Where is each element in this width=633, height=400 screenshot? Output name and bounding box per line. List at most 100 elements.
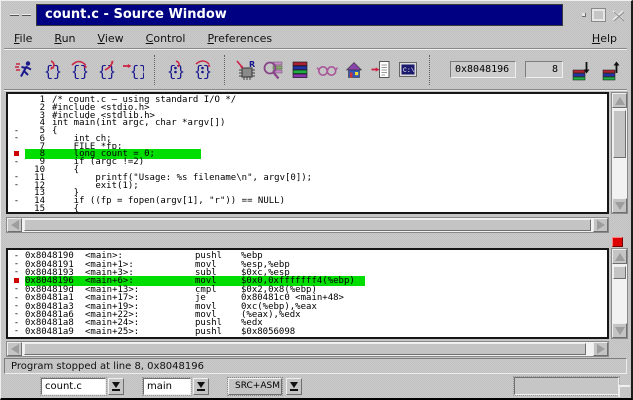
step-button[interactable]: {} [41,56,63,83]
view-mode-button[interactable]: SRC+ASM [228,378,282,395]
finish-button[interactable]: {} [95,56,117,83]
window-controls [563,4,627,26]
source-code-text: int main(int argc, char *argv[]) [45,118,225,128]
menu-view[interactable]: View [98,32,124,45]
window-menu-icon[interactable] [10,14,19,16]
status-message: Program stopped at line 8, 0x8048196 [11,361,204,372]
assembly-horizontal-scrollbar[interactable] [6,341,609,357]
menu-control[interactable]: Control [146,32,186,45]
source-line[interactable]: 4int main(int argc, char *argv[]) [8,119,607,127]
continue-icon: {} [122,59,144,81]
breakpoints-button[interactable] [370,56,392,83]
next-instruction-icon: {} [192,59,214,81]
source-line[interactable]: 15 { [8,205,607,213]
breakpoint-gutter[interactable]: - [8,159,25,166]
up-stack-frame-icon [600,59,622,81]
close-icon[interactable] [611,9,625,22]
minimize-icon[interactable] [582,13,586,17]
pc-address-field[interactable] [450,61,516,78]
menu-file[interactable]: File [14,32,32,45]
step-icon: {} [41,59,63,81]
scroll-left-arrow[interactable] [7,342,22,356]
scroll-left-arrow[interactable] [7,218,22,232]
bottom-stack-frame-button[interactable] [628,56,633,83]
source-line[interactable]: - 12 exit(1); [8,182,607,190]
watch-expressions-icon [316,59,338,81]
pane-splitter-grip[interactable] [612,237,623,247]
titlebar: count.c - Source Window [4,4,627,26]
breakpoint-gutter[interactable]: - [8,198,25,205]
scrollbar-thumb[interactable] [24,219,591,231]
scroll-up-arrow[interactable] [612,249,627,264]
toolbar: {} {} {} {} [4,50,627,90]
stack-icon [289,59,311,81]
menu-help[interactable]: Help [592,32,617,45]
stack-frame-buttons [568,56,633,83]
next-instruction-button[interactable]: {} [192,56,214,83]
registers-button[interactable]: R [235,56,257,83]
assembly-pane[interactable]: - 0x8048190<main>:pushl%ebp - 0x8048191<… [6,248,609,339]
local-variables-icon [343,59,365,81]
source-horizontal-scrollbar[interactable] [6,217,609,233]
down-stack-frame-icon [570,59,592,81]
next-icon: {} [68,59,90,81]
source-code-text: if ((fp = fopen(argv[1], "r")) == NULL) [45,196,285,206]
down-stack-frame-button[interactable] [568,56,594,83]
function-combo-entry[interactable]: main [143,378,191,395]
chevron-down-icon [112,382,120,391]
local-variables-button[interactable] [343,56,365,83]
console-button[interactable]: C:\ [397,56,419,83]
watch-expressions-button[interactable] [316,56,338,83]
menu-preferences[interactable]: Preferences [207,32,272,45]
file-combo-dropdown-button[interactable] [108,378,124,395]
continue-button[interactable]: {} [122,56,144,83]
memory-button[interactable] [262,56,284,83]
instruction-mnemonic: pushl [195,327,241,337]
source-code-pane[interactable]: 1/* count.c — using standard I/O */ 2#in… [6,92,609,214]
view-mode-dropdown-button[interactable] [286,378,302,395]
toolbar-separator [224,55,225,85]
source-vertical-scrollbar[interactable] [611,92,628,214]
next-button[interactable]: {} [68,56,90,83]
memory-icon [262,59,284,81]
source-code-text: { [45,204,79,214]
window-menu-icon[interactable] [22,14,31,16]
menu-run[interactable]: Run [54,32,75,45]
run-icon [14,59,36,81]
registers-icon: R [235,59,257,81]
breakpoint-gutter[interactable]: - [8,135,25,142]
assembly-vertical-scrollbar[interactable] [611,248,628,339]
file-combo-entry[interactable]: count.c [41,378,106,395]
stack-button[interactable] [289,56,311,83]
scroll-down-arrow[interactable] [612,198,627,213]
scroll-right-arrow[interactable] [593,218,608,232]
scroll-up-arrow[interactable] [612,93,627,108]
maximize-icon[interactable] [592,9,605,21]
console-label: C:\ [403,67,415,74]
up-stack-frame-button[interactable] [598,56,624,83]
footer-status-field [514,377,619,395]
scrollbar-thumb[interactable] [24,343,586,355]
run-button[interactable] [14,56,36,83]
breakpoint-gutter[interactable]: - [8,182,25,189]
step-instruction-icon: {} [165,59,187,81]
scroll-right-arrow[interactable] [593,342,608,356]
function-combo-dropdown-button[interactable] [193,378,209,395]
source-lines: 1/* count.c — using standard I/O */ 2#in… [8,96,607,213]
line-number: 15 [25,204,45,214]
breakpoint-gutter[interactable]: - [8,328,25,335]
breakpoint-gutter[interactable]: - [8,269,25,276]
scrollbar-thumb[interactable] [613,266,626,279]
instruction-symbol: <main+25>: [85,327,195,337]
toolbar-separator [154,55,155,85]
scrollbar-thumb[interactable] [613,110,626,158]
source-line[interactable]: - 14 if ((fp = fopen(argv[1], "r")) == N… [8,197,607,205]
svg-text:{}: {} [130,64,144,81]
assembly-line[interactable]: - 0x80481a9<main+25>:pushl$0x8056098 [8,328,607,336]
resize-grip[interactable] [618,385,630,397]
line-number-field[interactable] [525,61,563,78]
step-instruction-button[interactable]: {} [165,56,187,83]
menu-bar: File Run View Control Preferences Help [4,28,627,49]
source-line[interactable]: - 9 if (argc !=2) [8,158,607,166]
scroll-down-arrow[interactable] [612,323,627,338]
